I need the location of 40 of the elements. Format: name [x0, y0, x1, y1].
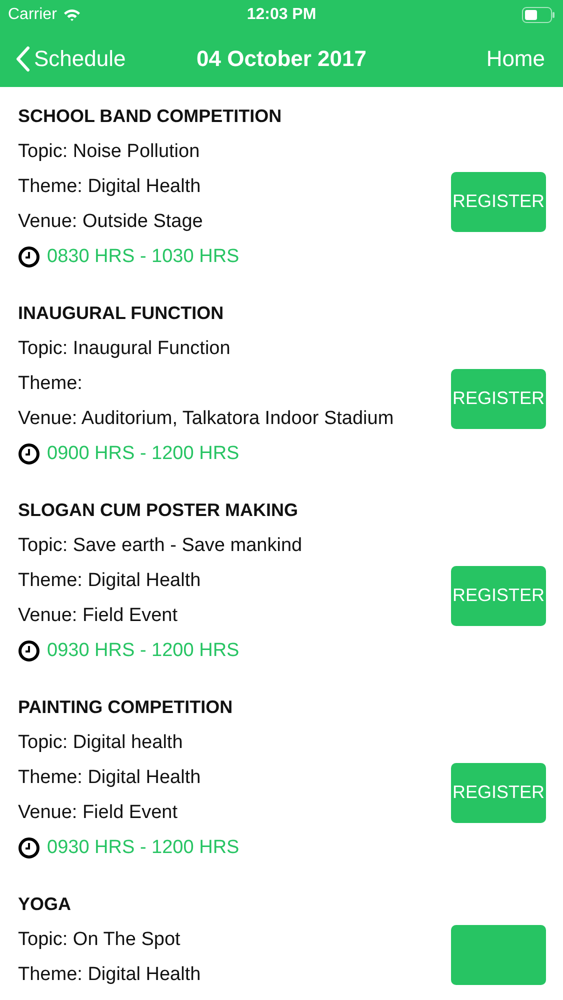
home-button[interactable]: Home — [486, 46, 545, 72]
chevron-left-icon — [16, 46, 30, 72]
event-title: PAINTING COMPETITION — [18, 696, 234, 719]
page-title: 04 October 2017 — [196, 46, 366, 72]
register-button[interactable]: REGISTER — [451, 762, 546, 822]
clock-icon — [18, 442, 40, 464]
event-detail: Theme: — [18, 372, 84, 396]
event-time: 0830 HRS - 1030 HRS — [47, 246, 240, 268]
event-time: 0930 HRS - 1200 HRS — [47, 836, 240, 858]
event-detail: Theme: Digital Health — [18, 963, 202, 987]
clock-icon — [18, 836, 40, 858]
register-button[interactable]: REGISTER — [451, 368, 546, 428]
event-detail: Theme: Digital Health — [18, 766, 202, 790]
clock-icon — [18, 246, 40, 268]
status-time: 12:03 PM — [246, 6, 316, 24]
event-title: SCHOOL BAND COMPETITION — [18, 105, 283, 128]
event-time: 0930 HRS - 1200 HRS — [47, 640, 240, 662]
event-detail: Theme: Digital Health — [18, 569, 202, 593]
event-detail: Topic: Inaugural Function — [18, 337, 232, 361]
event-time: 0900 HRS - 1200 HRS — [47, 442, 240, 464]
register-button[interactable]: REGISTER — [451, 172, 546, 232]
event-detail: Venue: Field Event — [18, 604, 178, 628]
event-detail: Venue: Auditorium, Talkatora Indoor Stadium — [18, 407, 395, 431]
event-detail: Topic: Digital health — [18, 731, 184, 755]
register-button[interactable] — [451, 924, 546, 984]
event-detail: Venue: Field Event — [18, 801, 178, 825]
wifi-icon — [62, 8, 81, 22]
battery-icon — [522, 7, 555, 23]
event-title: SLOGAN CUM POSTER MAKING — [18, 499, 300, 522]
register-button[interactable]: REGISTER — [451, 566, 546, 626]
clock-icon — [18, 640, 40, 662]
event-detail: Topic: Noise Pollution — [18, 140, 201, 164]
event-detail: Topic: Save earth - Save mankind — [18, 534, 304, 558]
back-button[interactable]: Schedule — [16, 46, 126, 72]
event-detail: Topic: On The Spot — [18, 928, 182, 952]
event-title: INAUGURAL FUNCTION — [18, 302, 225, 325]
event-title: YOGA — [18, 893, 72, 916]
event-detail: Theme: Digital Health — [18, 175, 202, 199]
carrier-name: Carrier — [8, 6, 57, 24]
event-detail: Venue: Outside Stage — [18, 210, 204, 234]
